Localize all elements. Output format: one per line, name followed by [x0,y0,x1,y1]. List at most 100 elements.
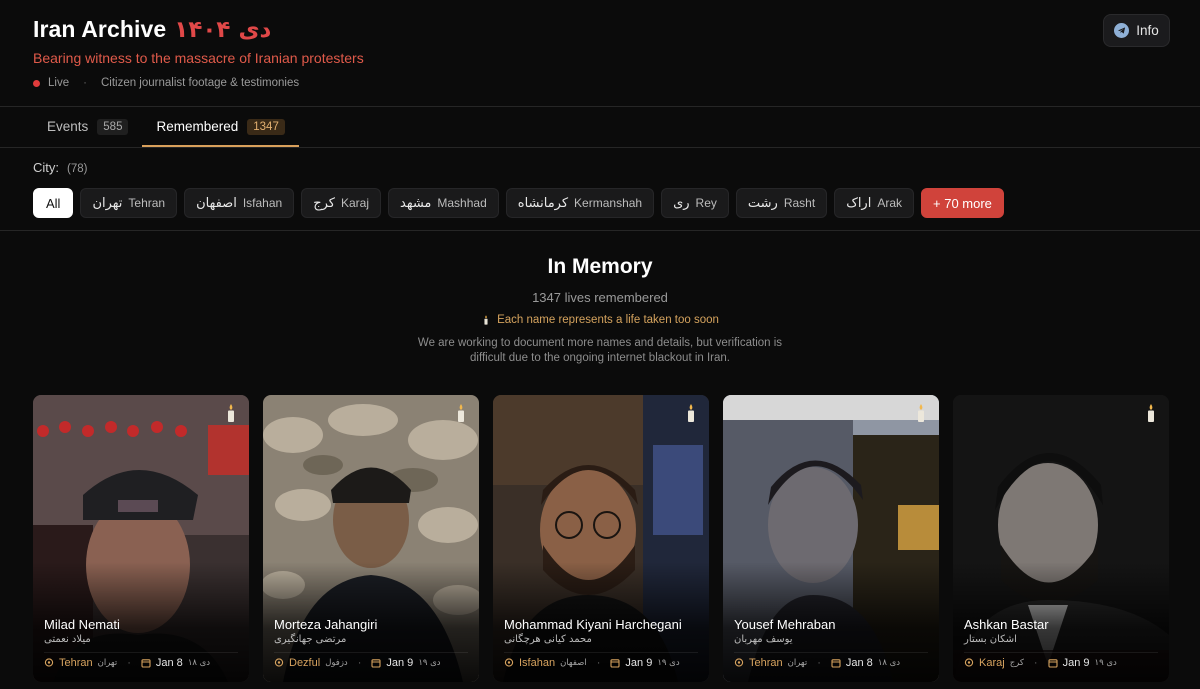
card-city-persian: دزفول [325,658,348,668]
chip-label-en: Rey [695,196,717,210]
card-divider [964,652,1158,653]
card-meta: Isfahan اصفهان · Jan 9 ۱۹ دی [504,657,680,669]
city-filter-label: City: (78) [33,160,87,175]
card-name: Mohammad Kiyani Harchegani [504,617,682,632]
meta-row: Live · Citizen journalist footage & test… [33,77,299,89]
card-date-persian: ۱۸ دی [877,658,901,668]
city-chips: All تهران Tehran اصفهان Isfahan کرج Karaj م… [33,188,1004,218]
location-pin-icon [964,658,974,667]
card-date: Jan 9 [1062,657,1090,669]
card-divider [504,652,698,653]
card-date: Jan 8 [845,657,873,669]
tabs-divider [0,147,1200,148]
calendar-icon [371,659,381,668]
chip-label-fa: رشت [747,195,778,211]
chip-label-en: Mashhad [437,196,487,210]
location-pin-icon [504,658,514,667]
card-city-persian: تهران [787,658,808,668]
card-date-persian: ۱۹ دی [657,658,680,668]
chip-label-fa: کرمانشاه [517,195,569,211]
memorial-card[interactable]: Yousef Mehraban یوسف مهربان Tehran تهران… [723,395,939,682]
more-cities-button[interactable]: + 70 more [921,188,1004,218]
card-city: Tehran [749,657,783,669]
candle-icon [458,404,464,422]
app-subtitle: Bearing witness to the massacre of Irani… [33,50,364,66]
card-city: Tehran [59,657,93,669]
candle-icon [1148,404,1154,422]
chip-label-en: Kermanshah [574,196,643,210]
location-pin-icon [734,658,744,667]
chip-label-en: Karaj [340,196,369,210]
card-city: Isfahan [519,657,556,669]
card-divider [44,652,238,653]
meta-text: Citizen journalist footage & testimonies [100,77,300,89]
memorial-card[interactable]: Mohammad Kiyani Harchegani محمد کیانی هر… [493,395,709,682]
lives-count: 1347 lives remembered [532,290,668,305]
card-meta: Tehran تهران · Jan 8 ۱۸ دی [44,657,210,669]
app-title-persian-date: دی ۱۴۰۴ [174,17,272,43]
city-chip-isfahan[interactable]: اصفهان Isfahan [184,188,295,218]
card-name-persian: یوسف مهربان [734,634,793,645]
chip-label-fa: اصفهان [196,195,237,211]
location-pin-icon [274,658,284,667]
card-name-persian: میلاد نعمتی [44,634,91,645]
info-button-label: Info [1136,23,1159,38]
title-row: Iran Archive دی ۱۴۰۴ [33,16,271,43]
meta-separator: · [83,77,87,89]
city-chip-karaj[interactable]: کرج Karaj [301,188,381,218]
candle-icon [918,404,924,422]
card-meta: Tehran تهران · Jan 8 ۱۸ دی [734,657,900,669]
tab-count-badge: 585 [97,118,129,135]
card-name: Morteza Jahangiri [274,617,378,632]
city-chip-rasht[interactable]: رشت Rasht [735,188,828,218]
meta-separator: · [127,657,131,669]
tab-bar: Events 585 Remembered 1347 [33,106,300,147]
memory-description-text: We are working to document more names an… [417,337,783,364]
card-name: Ashkan Bastar [964,617,1049,632]
city-chip-mashhad[interactable]: مشهد Mashhad [388,188,499,218]
meta-separator: · [817,657,821,669]
card-name: Milad Nemati [44,617,120,632]
memorial-card[interactable]: Morteza Jahangiri مرتضی جهانگیری Dezful … [263,395,479,682]
chip-label-fa: تهران [92,195,123,211]
meta-separator: · [357,657,362,669]
chip-label-en: Rasht [783,196,816,210]
city-chip-kermanshah[interactable]: کرمانشاه Kermanshah [505,188,655,218]
meta-separator: · [1033,657,1038,669]
card-name-persian: اشکان بستار [964,634,1017,645]
memory-note: Each name represents a life taken too so… [0,314,1200,326]
card-meta: Karaj کرج · Jan 9 ۱۹ دی [964,657,1117,669]
tab-events[interactable]: Events 585 [33,106,142,147]
card-date: Jan 8 [155,657,183,669]
tab-remembered[interactable]: Remembered 1347 [142,106,300,147]
calendar-icon [610,659,620,668]
chip-label-fa: ری [673,195,690,211]
card-date: Jan 9 [386,657,414,669]
memorial-card[interactable]: Milad Nemati میلاد نعمتی Tehran تهران · … [33,395,249,682]
card-city-persian: تهران [97,658,118,668]
memorial-cards: Milad Nemati میلاد نعمتی Tehran تهران · … [33,395,1169,682]
card-date-persian: ۱۹ دی [1094,658,1117,668]
card-city-persian: اصفهان [560,658,587,668]
live-label: Live [48,77,70,89]
city-chip-tehran[interactable]: تهران Tehran [80,188,178,218]
card-city: Karaj [979,657,1005,669]
card-name-persian: محمد کیانی هرچگانی [504,634,592,645]
card-city-persian: کرج [1009,658,1024,668]
header: Iran Archive دی ۱۴۰۴ Bearing witness to … [0,0,1200,106]
section-title: In Memory [547,255,653,278]
memorial-card[interactable]: Ashkan Bastar اشکان بستار Karaj کرج · Ja… [953,395,1169,682]
info-button[interactable]: Info [1103,14,1170,47]
card-date-persian: ۱۹ دی [418,658,441,668]
chip-label-en: Arak [877,196,903,210]
card-date-persian: ۱۸ دی [187,658,211,668]
telegram-icon [1114,23,1130,38]
city-chip-all[interactable]: All [33,188,74,218]
card-meta: Dezful دزفول · Jan 9 ۱۹ دی [274,657,441,669]
memory-note-text: Each name represents a life taken too so… [497,314,719,326]
city-chip-rey[interactable]: ری Rey [661,188,729,218]
memory-description: We are working to document more names an… [0,336,1200,366]
city-chip-arak[interactable]: اراک Arak [834,188,915,218]
candle-icon [688,404,694,422]
card-name-persian: مرتضی جهانگیری [274,634,347,645]
